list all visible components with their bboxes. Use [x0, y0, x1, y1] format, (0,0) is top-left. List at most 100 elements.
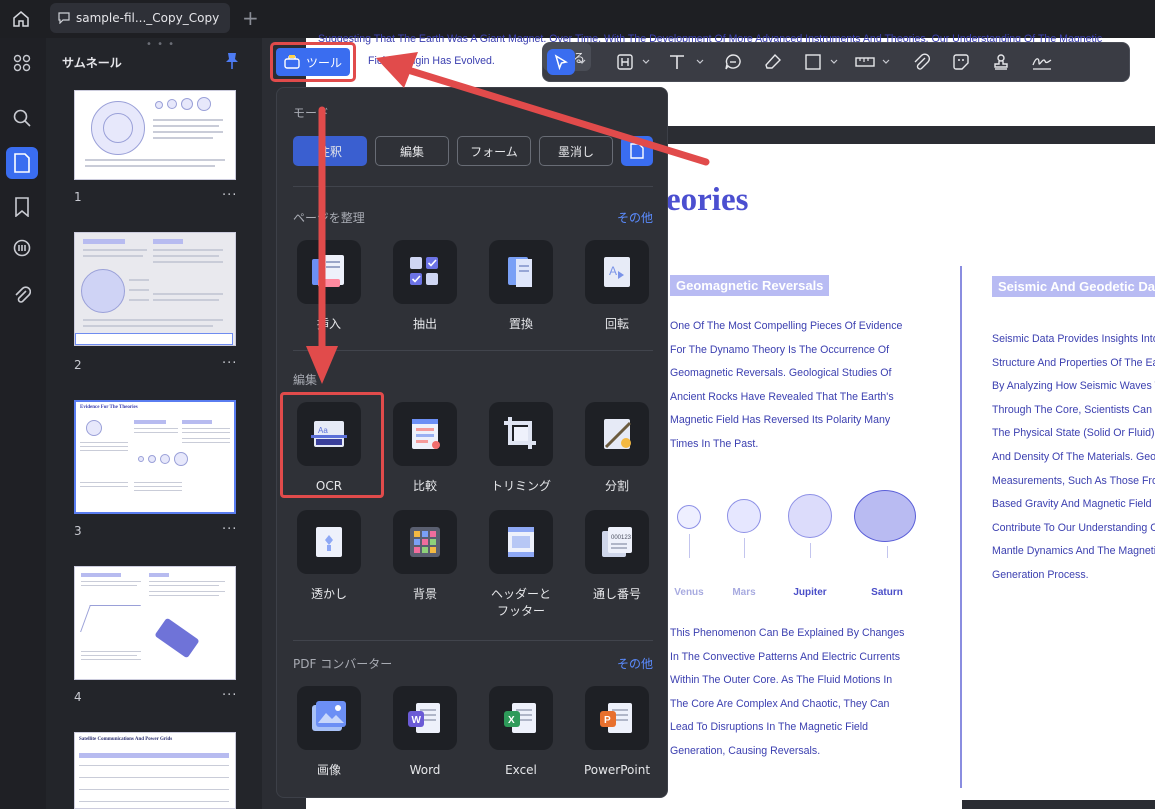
tool-rotate[interactable]: A 回転: [577, 240, 657, 333]
comment-tool[interactable]: [721, 49, 745, 75]
numbering-icon: 000123: [602, 527, 632, 557]
tool-header-footer[interactable]: ヘッダーと フッター: [481, 510, 561, 620]
tool-crop[interactable]: トリミング: [481, 402, 561, 495]
page-more-button[interactable]: ···: [222, 188, 237, 203]
extract-icon: [410, 257, 438, 285]
tool-header-footer-label: ヘッダーと フッター: [490, 587, 551, 618]
text-tool[interactable]: [665, 49, 689, 75]
ruler-icon: [855, 57, 875, 67]
pen-tool[interactable]: [761, 49, 785, 75]
shape-dropdown[interactable]: [829, 49, 839, 75]
tool-insert[interactable]: 挿入: [289, 240, 369, 333]
tool-replace[interactable]: 置換: [481, 240, 561, 333]
convert-excel-label: Excel: [505, 763, 537, 777]
highlight-dropdown[interactable]: [641, 49, 651, 75]
page-thumbnail-2[interactable]: [74, 232, 236, 346]
ocr-highlight: [280, 392, 384, 498]
attach-tool[interactable]: [909, 49, 933, 75]
page-number: 4: [74, 690, 82, 704]
section2-body: Seismic Data Provides Insights Into The …: [992, 333, 1155, 581]
organize-section-label: ページを整理: [293, 211, 365, 225]
page-thumbnail-3[interactable]: Evidence For The Theories: [74, 400, 236, 514]
planet-saturn: [854, 490, 916, 542]
planet-label: Jupiter: [793, 587, 827, 598]
pin-icon[interactable]: [224, 52, 240, 70]
mode-annotate[interactable]: 注釈: [293, 136, 367, 166]
converter-section-label: PDF コンバーター: [293, 657, 393, 671]
thumbnail-panel-title: サムネール: [62, 56, 122, 70]
apps-button[interactable]: [6, 47, 38, 79]
section1b-body: This Phenomenon Can Be Explained By Chan…: [670, 627, 905, 757]
thumbnail-panel: • • • サムネール 1 ··· 2 ··· Evidence For The…: [46, 38, 262, 809]
tool-extract-label: 抽出: [412, 317, 437, 331]
tool-button-highlight: ツール: [270, 42, 356, 82]
comments-button[interactable]: [6, 233, 38, 265]
convert-image[interactable]: 画像: [289, 686, 369, 779]
toolbox-icon: [284, 55, 300, 69]
svg-text:P: P: [604, 715, 611, 726]
tool-split[interactable]: 分割: [577, 402, 657, 495]
page-more-button[interactable]: ···: [222, 688, 237, 703]
converter-more-link[interactable]: その他: [617, 655, 653, 672]
edit-section-label: 編集: [293, 373, 318, 387]
chevron-down-icon: [642, 59, 650, 64]
column-divider: [960, 266, 962, 788]
organize-more-link[interactable]: その他: [617, 209, 653, 226]
select-dropdown[interactable]: [577, 49, 587, 75]
convert-powerpoint[interactable]: P PowerPoint: [577, 686, 657, 779]
tools-button[interactable]: ツール: [276, 48, 350, 76]
page-number: 2: [74, 358, 82, 372]
document-icon: [630, 143, 644, 159]
insert-pages-icon: [312, 255, 344, 287]
measure-dropdown[interactable]: [881, 49, 891, 75]
tool-extract[interactable]: 抽出: [385, 240, 465, 333]
header-footer-icon: [508, 527, 534, 557]
bookmarks-button[interactable]: [6, 191, 38, 223]
search-button[interactable]: [6, 102, 38, 134]
tool-compare[interactable]: 比較: [385, 402, 465, 495]
chevron-down-icon: [882, 59, 890, 64]
svg-text:X: X: [508, 715, 515, 726]
new-tab-button[interactable]: +: [242, 6, 259, 30]
panel-resize-handle[interactable]: • • •: [146, 39, 175, 50]
comment-icon: [13, 239, 31, 257]
doc-text-line: Field's Origin Has Evolved.: [368, 55, 495, 67]
page-more-button[interactable]: ···: [222, 522, 237, 537]
page-more-button[interactable]: ···: [222, 356, 237, 371]
home-button[interactable]: [0, 0, 42, 38]
convert-word[interactable]: W Word: [385, 686, 465, 779]
select-tool[interactable]: [547, 49, 575, 75]
tool-watermark[interactable]: 透かし: [289, 510, 369, 603]
attachments-button[interactable]: [6, 279, 38, 311]
convert-excel[interactable]: X Excel: [481, 686, 561, 779]
document-tab[interactable]: sample-fil..._Copy_Copy: [50, 3, 230, 33]
page-thumbnail-1[interactable]: [74, 90, 236, 180]
page-icon: [14, 153, 30, 173]
highlight-icon: [617, 54, 633, 70]
word-icon: W: [408, 703, 440, 733]
powerpoint-icon: P: [600, 703, 632, 733]
mode-edit[interactable]: 編集: [375, 136, 449, 166]
page-thumbnail-5[interactable]: Satellite Communications And Power Grids: [74, 732, 236, 809]
tool-background[interactable]: 背景: [385, 510, 465, 603]
tool-bates-number[interactable]: 000123 通し番号: [577, 510, 657, 603]
doc-heading: eories: [666, 182, 749, 218]
stamp-tool[interactable]: [989, 49, 1013, 75]
grid-icon: [13, 54, 31, 72]
left-rail: [0, 38, 46, 809]
signature-tool[interactable]: [1029, 49, 1055, 75]
mode-form[interactable]: フォーム: [457, 136, 531, 166]
page-thumbnail-4[interactable]: [74, 566, 236, 680]
measure-tool[interactable]: [853, 49, 877, 75]
text-dropdown[interactable]: [695, 49, 705, 75]
thumbnails-button[interactable]: [6, 147, 38, 179]
sticker-tool[interactable]: [949, 49, 973, 75]
highlight-tool[interactable]: [613, 49, 637, 75]
shape-tool[interactable]: [801, 49, 825, 75]
section-label-seismic: Seismic And Geodetic Data: [992, 276, 1155, 297]
annotation-toolbar: 閉じる: [542, 42, 1130, 82]
mode-redact[interactable]: 墨消し: [539, 136, 613, 166]
planet-label: Mars: [732, 587, 756, 598]
mode-extra-button[interactable]: [621, 136, 653, 166]
comment-bubble-icon: [725, 54, 741, 70]
